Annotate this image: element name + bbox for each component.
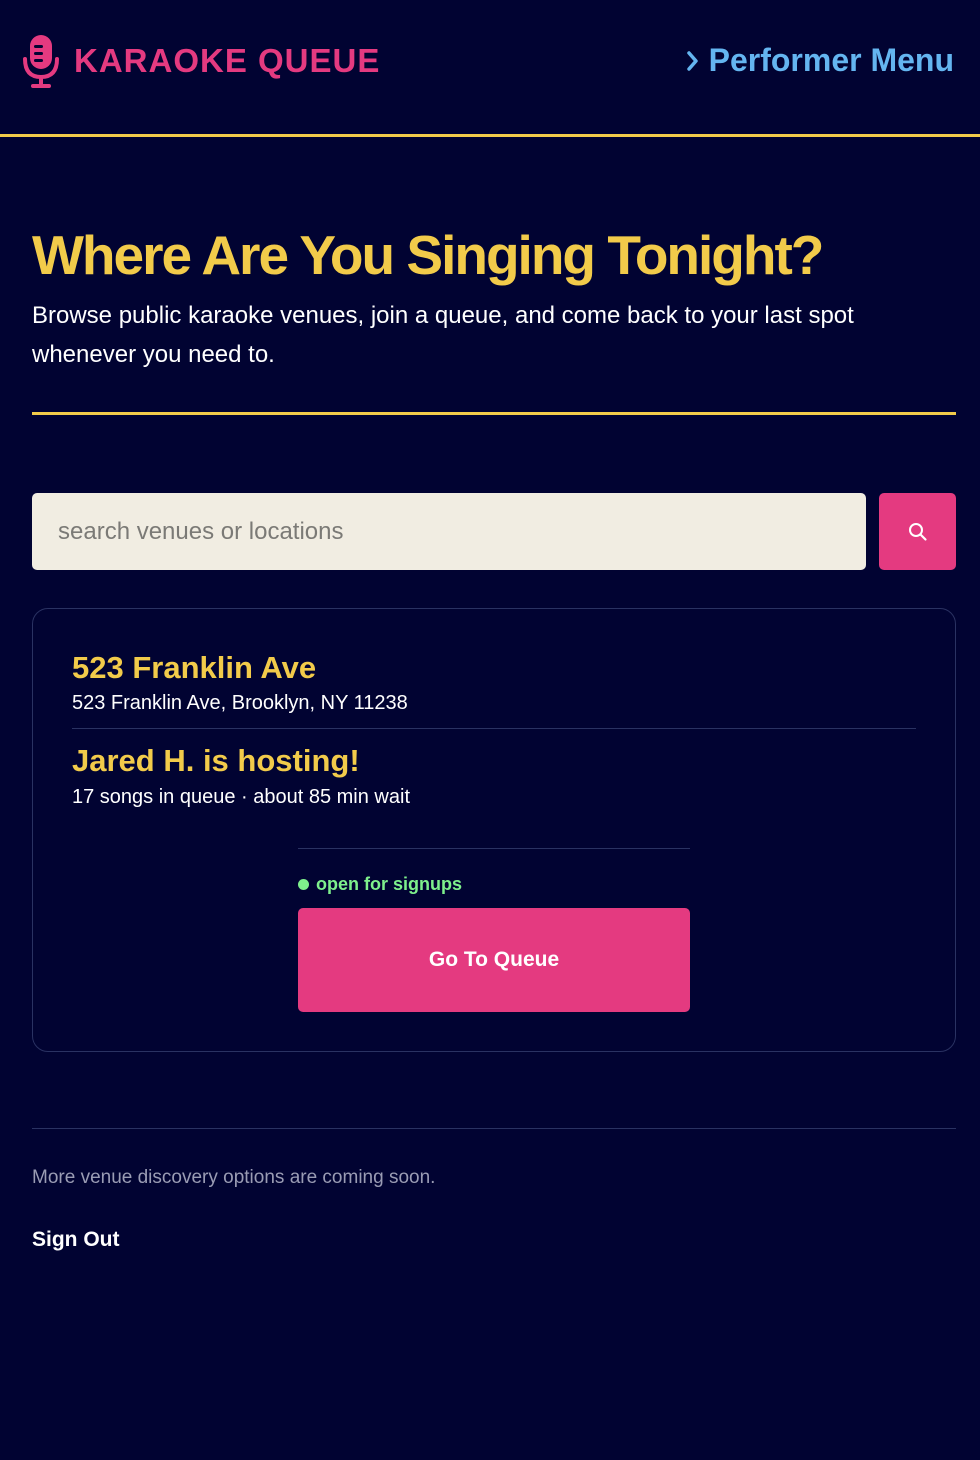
- brand-name: KARAOKE QUEUE: [74, 42, 381, 79]
- search-input[interactable]: [32, 493, 866, 570]
- search-icon: [908, 522, 927, 541]
- page-subtitle: Browse public karaoke venues, join a que…: [32, 302, 854, 368]
- sign-out-link[interactable]: Sign Out: [32, 1228, 120, 1252]
- footer-note: More venue discovery options are coming …: [32, 1167, 436, 1188]
- go-to-queue-button[interactable]: Go To Queue: [298, 908, 690, 1012]
- signup-status-badge: open for signups: [298, 874, 462, 895]
- venue-address: 523 Franklin Ave, Brooklyn, NY 11238: [72, 692, 408, 714]
- venue-card: 523 Franklin Ave 523 Franklin Ave, Brook…: [32, 608, 956, 1052]
- chevron-right-icon: [686, 50, 698, 71]
- microphone-icon: [23, 35, 59, 88]
- performer-menu-label: Performer Menu: [708, 42, 954, 78]
- app-header: KARAOKE QUEUE Performer Menu: [0, 0, 980, 137]
- search-button[interactable]: [879, 493, 956, 570]
- queue-info: 17 songs in queue · about 85 min wait: [72, 786, 410, 808]
- performer-menu-link[interactable]: Performer Menu: [686, 42, 954, 79]
- status-dot-icon: [298, 879, 309, 890]
- hero-divider: [32, 412, 956, 415]
- footer-divider: [32, 1128, 956, 1129]
- venue-name: 523 Franklin Ave: [72, 650, 317, 685]
- card-divider: [72, 728, 916, 729]
- brand-logo[interactable]: KARAOKE QUEUE: [22, 33, 380, 89]
- page-title: Where Are You Singing Tonight?: [32, 224, 824, 286]
- action-divider: [298, 848, 690, 849]
- host-status: Jared H. is hosting!: [72, 743, 360, 778]
- signup-status-label: open for signups: [316, 874, 462, 894]
